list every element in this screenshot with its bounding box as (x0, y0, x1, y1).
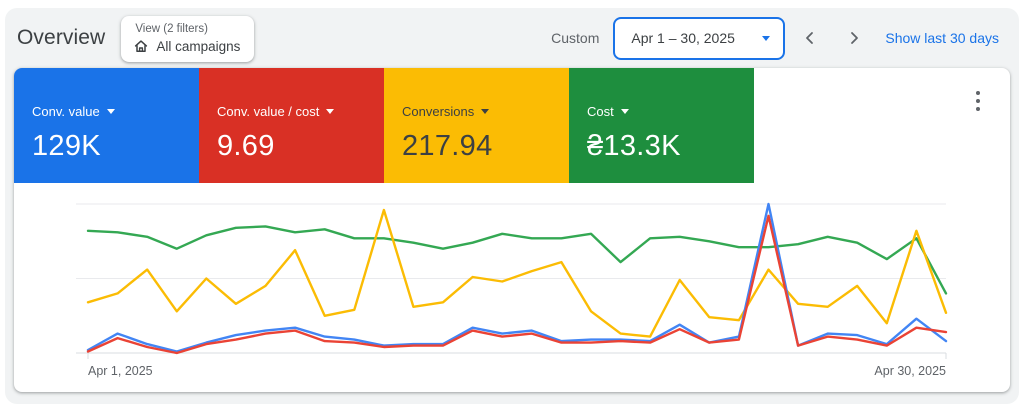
series-line-conversions (86, 208, 948, 338)
show-last-30-days-link[interactable]: Show last 30 days (885, 30, 999, 46)
view-filter-caption: View (2 filters) (135, 23, 208, 35)
x-axis-end-label: Apr 30, 2025 (874, 364, 946, 378)
metric-value: ₴13.3K (587, 129, 681, 162)
metric-label: Conversions (402, 103, 475, 119)
metric-value: 217.94 (402, 129, 493, 162)
chart-gridlines (76, 203, 947, 359)
date-range-selector[interactable]: Apr 1 – 30, 2025 (613, 16, 786, 60)
more-options-button[interactable] (964, 86, 992, 116)
chart-series (86, 202, 948, 355)
metric-card-conv-value-cost[interactable]: Conv. value / cost 9.69 (199, 68, 384, 183)
chevron-down-icon (326, 108, 335, 114)
chevron-down-icon (106, 108, 115, 114)
metric-card-cost[interactable]: Cost ₴13.3K (569, 68, 754, 183)
overview-card: Apr 1, 2025 Apr 30, 2025 Conv. value 129… (14, 68, 1010, 392)
metric-value: 9.69 (217, 129, 275, 162)
home-icon (135, 40, 148, 52)
overview-panel: Overview View (2 filters) All campaigns … (5, 8, 1019, 404)
series-line-conv_value (86, 202, 948, 353)
previous-period-button[interactable] (791, 19, 829, 57)
chevron-down-icon (481, 108, 490, 114)
chevron-down-icon (620, 108, 629, 114)
header-row: Overview View (2 filters) All campaigns … (5, 8, 1019, 68)
series-line-cost (86, 225, 948, 295)
chevron-left-icon (806, 32, 814, 44)
chevron-right-icon (851, 32, 859, 44)
series-line-conv_value_cost (86, 214, 948, 355)
metric-label: Conv. value (32, 103, 100, 119)
metric-card-conversions[interactable]: Conversions 217.94 (384, 68, 569, 183)
metric-value: 129K (32, 129, 101, 162)
metric-card-conv-value[interactable]: Conv. value 129K (14, 68, 199, 183)
next-period-button[interactable] (835, 19, 873, 57)
view-filter-value: All campaigns (156, 38, 241, 54)
x-axis-start-label: Apr 1, 2025 (88, 364, 153, 378)
date-range-mode-label: Custom (551, 30, 600, 46)
date-range-value: Apr 1 – 30, 2025 (631, 30, 735, 46)
more-options-icon (976, 91, 980, 95)
metric-label: Conv. value / cost (217, 103, 320, 119)
view-filter-chip[interactable]: View (2 filters) All campaigns (121, 16, 255, 62)
metric-label: Cost (587, 103, 614, 119)
metrics-row: Conv. value 129K Conv. value / cost 9.69… (14, 68, 754, 183)
chevron-down-icon (762, 35, 771, 41)
page-title: Overview (17, 26, 106, 49)
overview-page: Overview View (2 filters) All campaigns … (0, 0, 1024, 404)
